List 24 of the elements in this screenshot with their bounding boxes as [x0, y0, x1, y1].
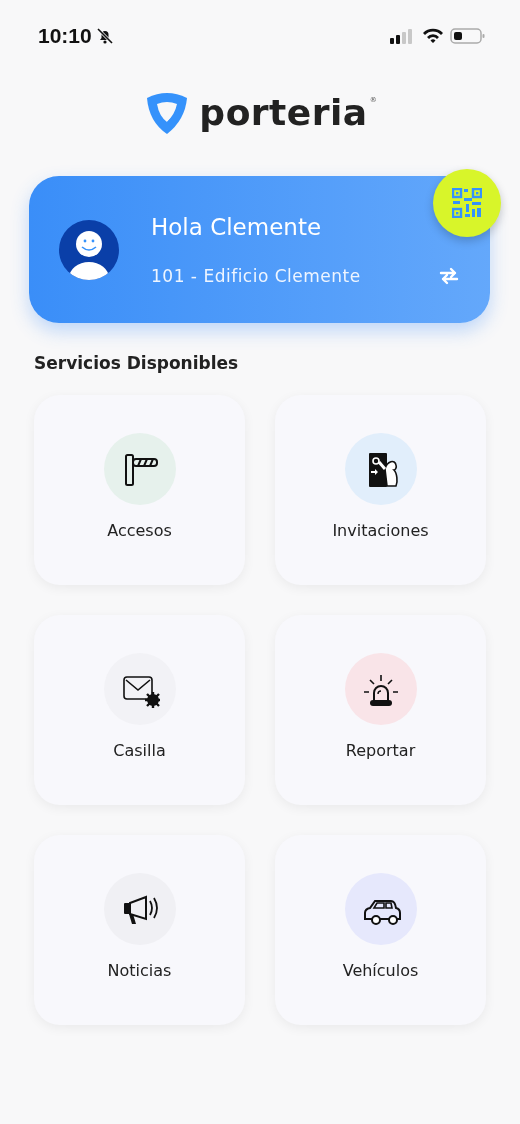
service-card[interactable]: Vehículos [275, 835, 486, 1025]
service-card[interactable]: Accesos [34, 395, 245, 585]
greeting-text: Hola Clemente [151, 213, 323, 240]
swap-arrows-icon [438, 266, 460, 285]
qr-code-button[interactable] [433, 169, 501, 237]
service-card[interactable]: Reportar [275, 615, 486, 805]
avatar-icon [59, 219, 119, 280]
logo-wordmark: porteria [199, 95, 368, 131]
service-label: Casilla [113, 741, 166, 760]
wifi-icon [422, 28, 444, 44]
switch-unit-button[interactable] [438, 266, 460, 285]
clock-time: 10:10 [38, 24, 92, 48]
battery-icon [450, 27, 486, 45]
service-card[interactable]: Noticias [34, 835, 245, 1025]
service-label: Reportar [345, 741, 416, 760]
service-card[interactable]: Invitaciones [275, 395, 486, 585]
service-label: Noticias [107, 961, 172, 980]
qr-code-icon [452, 188, 482, 218]
service-card[interactable]: Casilla [34, 615, 245, 805]
service-label: Accesos [107, 521, 172, 540]
service-label: Invitaciones [332, 521, 429, 540]
service-label: Vehículos [342, 961, 419, 980]
section-title: Servicios Disponibles [34, 353, 240, 373]
unit-text: 101 - Edificio Clemente [151, 265, 361, 286]
